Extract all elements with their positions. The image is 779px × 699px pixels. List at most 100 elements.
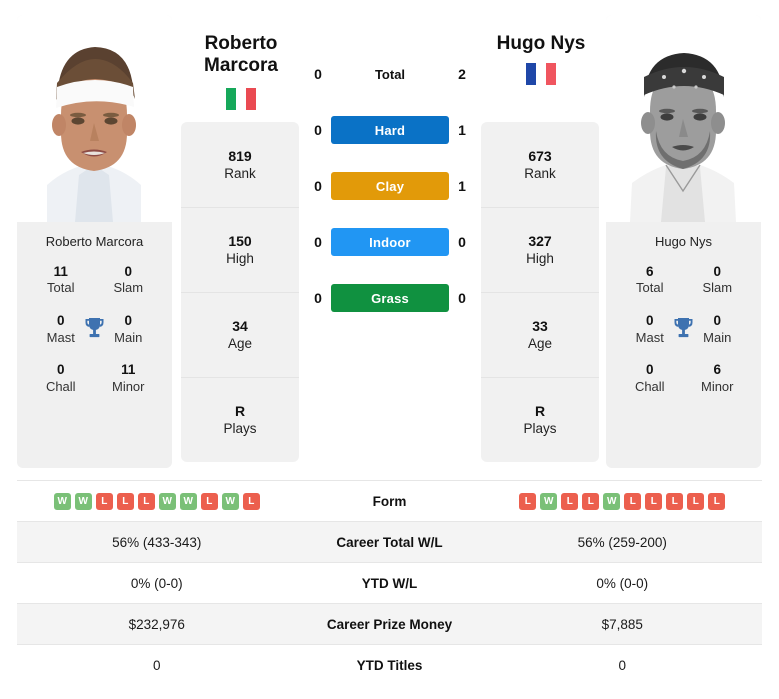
stat-rank-label-left: Rank: [224, 165, 256, 181]
table-cell-form-left: WWLLLWWLWL: [17, 492, 297, 510]
flag-icon-italy: [226, 88, 256, 110]
stat-age-value-right: 33: [532, 318, 548, 335]
form-badge-loss[interactable]: L: [137, 492, 155, 510]
h2h-right-value: 0: [458, 234, 466, 250]
player-photo-right: [606, 15, 761, 222]
titles-slam-right: 0 Slam: [684, 264, 752, 297]
surface-badge-grass[interactable]: Grass: [331, 284, 449, 312]
titles-slam-label-left: Slam: [113, 280, 144, 296]
h2h-row-hard: 0 Hard 1: [305, 116, 475, 144]
h2h-row-grass: 0 Grass 0: [305, 284, 475, 312]
stat-high-value-left: 150: [228, 233, 252, 250]
titles-slam-value-right: 0: [713, 263, 721, 279]
player-name-left-line1: Roberto: [204, 33, 278, 54]
h2h-right-value: 1: [458, 178, 466, 194]
form-badge-win[interactable]: W: [53, 492, 71, 510]
form-badge-loss[interactable]: L: [242, 492, 260, 510]
form-badge-win[interactable]: W: [540, 492, 558, 510]
form-badge-loss[interactable]: L: [687, 492, 705, 510]
h2h-left-value: 0: [314, 234, 322, 250]
stat-plays-value-left: R: [234, 403, 246, 420]
player-caption-right: Hugo Nys: [654, 234, 713, 249]
table-cell-ytd_titles-right: 0: [618, 657, 626, 673]
titles-total-label-right: Total: [636, 280, 664, 296]
form-badge-loss[interactable]: L: [645, 492, 663, 510]
titles-chall-value-left: 0: [56, 361, 65, 377]
form-badge-loss[interactable]: L: [666, 492, 684, 510]
titles-chall-left: 0 Chall: [27, 362, 95, 395]
titles-total-label-left: Total: [47, 280, 75, 296]
stat-rank-value-right: 673: [528, 147, 552, 164]
flag-stripe: [526, 63, 536, 85]
titles-minor-value-right: 6: [713, 361, 721, 377]
form-badge-win[interactable]: W: [179, 492, 197, 510]
form-badge-loss[interactable]: L: [519, 492, 537, 510]
titles-total-left: 11 Total: [27, 264, 95, 297]
titles-mast-value-right: 0: [645, 312, 654, 328]
form-badge-loss[interactable]: L: [116, 492, 134, 510]
form-badge-loss[interactable]: L: [624, 492, 642, 510]
surface-badge-indoor[interactable]: Indoor: [331, 228, 449, 256]
titles-mast-label-left: Mast: [46, 329, 75, 345]
titles-mast-left: 0 Mast: [27, 313, 95, 346]
titles-mast-value-left: 0: [56, 312, 65, 328]
flag-stripe: [536, 63, 546, 85]
stat-age-right: 33 Age: [481, 292, 599, 377]
table-row: 0 YTD Titles 0: [17, 644, 762, 685]
titles-minor-label-right: Minor: [700, 378, 734, 394]
surface-badge-clay[interactable]: Clay: [331, 172, 449, 200]
form-badge-loss[interactable]: L: [200, 492, 218, 510]
stat-card-left: 819 Rank 150 High 34 Age R Plays: [181, 122, 299, 462]
stat-rank-label-right: Rank: [524, 165, 556, 181]
form-badge-win[interactable]: W: [74, 492, 92, 510]
form-badge-loss[interactable]: L: [708, 492, 726, 510]
titles-main-label-right: Main: [703, 329, 732, 345]
stat-high-right: 327 High: [481, 207, 599, 292]
stat-age-value-left: 34: [232, 318, 248, 335]
h2h-right-value: 2: [458, 66, 466, 82]
table-cell-ytd_titles-left: 0: [152, 657, 161, 673]
h2h-left-value: 0: [314, 290, 322, 306]
player-name-right-line1: Hugo Nys: [496, 33, 586, 54]
titles-total-value-right: 6: [645, 263, 654, 279]
stat-plays-value-right: R: [534, 403, 546, 420]
stat-plays-left: R Plays: [181, 377, 299, 462]
table-cell-career_prize_money-left: $232,976: [128, 616, 185, 632]
table-row: 56% (433-343) Career Total W/L 56% (259-20…: [17, 521, 762, 562]
form-badge-loss[interactable]: L: [561, 492, 579, 510]
form-strip-right: LWLLWLLLLL: [519, 492, 726, 510]
titles-grid-left: 11 Total 0 Slam 0 Mast 0 Main 0 Chall 11…: [17, 260, 172, 395]
stat-high-left: 150 High: [181, 207, 299, 292]
titles-grid-right: 6 Total 0 Slam 0 Mast 0 Main 0 Chall 6 M…: [606, 260, 761, 395]
stat-plays-label-right: Plays: [523, 421, 557, 437]
titles-main-left: 0 Main: [95, 313, 163, 346]
titles-mast-label-right: Mast: [635, 329, 664, 345]
form-badge-win[interactable]: W: [221, 492, 239, 510]
titles-chall-label-left: Chall: [45, 378, 76, 394]
flag-stripe: [546, 63, 556, 85]
table-cell-ytd_wl-left: 0% (0-0): [130, 575, 183, 591]
form-badge-win[interactable]: W: [603, 492, 621, 510]
form-strip-left: WWLLLWWLWL: [53, 492, 260, 510]
titles-mast-right: 0 Mast: [616, 313, 684, 346]
form-badge-win[interactable]: W: [158, 492, 176, 510]
player-card-left: Roberto Marcora 11 Total 0 Slam 0 Mast 0…: [17, 15, 172, 468]
form-badge-loss[interactable]: L: [582, 492, 600, 510]
table-row: 0% (0-0) YTD W/L 0% (0-0): [17, 562, 762, 603]
titles-slam-value-left: 0: [124, 263, 132, 279]
table-row: $232,976 Career Prize Money $7,885: [17, 603, 762, 644]
h2h-left-value: 0: [314, 122, 322, 138]
h2h-label-total: Total: [374, 66, 406, 82]
h2h-right-value: 0: [458, 290, 466, 306]
titles-main-value-right: 0: [713, 312, 721, 328]
comparison-header: Roberto Marcora 11 Total 0 Slam 0 Mast 0…: [0, 0, 779, 470]
form-badge-loss[interactable]: L: [95, 492, 113, 510]
titles-minor-label-left: Minor: [111, 378, 145, 394]
stat-plays-right: R Plays: [481, 377, 599, 462]
surface-badge-hard[interactable]: Hard: [331, 116, 449, 144]
flag-stripe: [226, 88, 236, 110]
table-cell-ytd_wl-right: 0% (0-0): [596, 575, 649, 591]
stat-plays-label-left: Plays: [223, 421, 257, 437]
stat-high-label-right: High: [526, 251, 554, 267]
stat-rank-left: 819 Rank: [181, 122, 299, 207]
